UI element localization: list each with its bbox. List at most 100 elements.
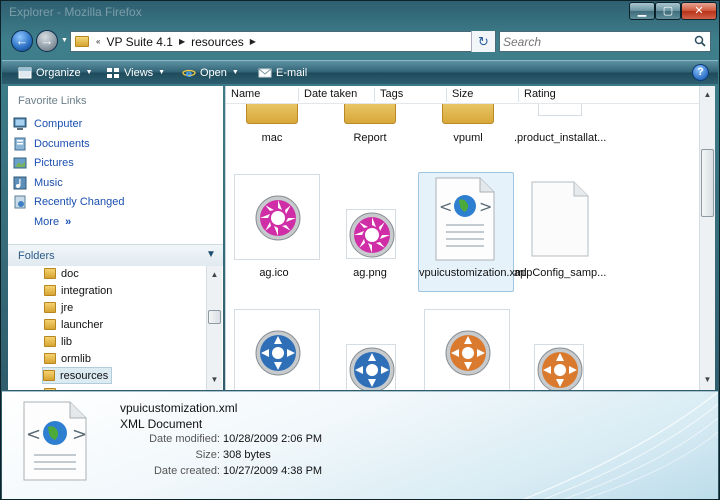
tree-folder-label: lib	[61, 335, 73, 348]
minimize-button[interactable]: ▁	[629, 2, 655, 20]
file-item-label: ag.ico	[259, 267, 289, 279]
help-button[interactable]: ?	[692, 64, 709, 81]
more-label: More	[34, 216, 60, 228]
file-item-vpuicustomization[interactable]: < > vpuicustomization.xml	[418, 172, 527, 294]
email-button[interactable]: E-mail	[258, 65, 307, 81]
svg-text:e: e	[186, 69, 193, 79]
generic-file-icon	[538, 104, 582, 116]
file-item-label: mac	[261, 132, 283, 144]
back-button[interactable]: ←	[11, 30, 33, 52]
chevron-right-icon[interactable]: ▶	[247, 37, 259, 46]
views-button[interactable]: Views ▼	[106, 65, 165, 81]
details-pane: < > vpuicustomization.xml XML Document D…	[2, 391, 718, 499]
chevron-right-icon[interactable]: ▶	[176, 37, 188, 46]
folder-icon	[44, 268, 56, 279]
navigation-pane: Favorite Links Computer Documents Pictur…	[8, 86, 223, 390]
file-item-orange-png[interactable]	[514, 309, 606, 390]
file-item-blue-png[interactable]	[324, 309, 416, 390]
decorative-swoosh	[522, 392, 718, 499]
refresh-button[interactable]: ↻	[471, 31, 495, 52]
svg-text:<: <	[439, 197, 452, 216]
orange-gear-logo-icon	[537, 347, 583, 390]
scroll-down-arrow[interactable]: ▼	[207, 373, 222, 387]
folders-header-bar[interactable]: Folders ▼	[8, 244, 223, 266]
search-input[interactable]	[503, 34, 683, 49]
tree-folder-integration[interactable]: integration	[44, 282, 112, 299]
scroll-down-arrow[interactable]: ▼	[700, 373, 715, 387]
generic-file-icon	[531, 181, 589, 257]
file-item-appconfig-sample[interactable]: appConfig_samp...	[514, 174, 606, 294]
close-button[interactable]: ✕	[681, 2, 717, 20]
tree-folder-jre[interactable]: jre	[44, 299, 73, 316]
chevron-down-icon[interactable]: ▼	[206, 249, 216, 260]
file-item-ag-ico[interactable]: ag.ico	[228, 174, 320, 294]
tree-folder-lib[interactable]: lib	[44, 333, 72, 350]
breadcrumb-vp-suite[interactable]: VP Suite 4.1	[103, 35, 176, 49]
scroll-thumb[interactable]	[701, 149, 714, 217]
file-item-orange-ico[interactable]	[420, 309, 512, 390]
search-box[interactable]	[499, 31, 711, 52]
folder-tree: doc integration jre launcher lib ormlib	[8, 266, 205, 390]
forward-arrow-icon: →	[40, 33, 54, 48]
file-list-scrollbar[interactable]: ▲ ▼	[699, 86, 715, 390]
file-item-vpuml[interactable]: vpuml	[422, 104, 514, 154]
column-rating[interactable]: Rating	[518, 88, 594, 102]
breadcrumb-overflow[interactable]: «	[93, 37, 103, 46]
tree-folder-partial[interactable]	[44, 385, 61, 390]
folder-tree-scrollbar[interactable]: ▲ ▼	[206, 266, 222, 390]
chevron-down-icon: ▼	[158, 69, 166, 76]
folder-icon	[44, 336, 56, 347]
fav-link-label: Documents	[34, 138, 90, 150]
svg-text:>: >	[479, 197, 492, 216]
maximize-button[interactable]: ▢	[655, 2, 681, 20]
column-date-taken[interactable]: Date taken	[298, 88, 374, 102]
envelope-icon	[258, 68, 272, 78]
file-item-product-installation[interactable]: .product_installat...	[514, 104, 606, 154]
tree-folder-ormlib[interactable]: ormlib	[44, 350, 91, 367]
folder-icon	[44, 388, 56, 390]
column-size[interactable]: Size	[446, 88, 518, 102]
back-arrow-icon: ←	[15, 33, 29, 48]
date-created-value: 10/27/2009 4:38 PM	[223, 465, 323, 477]
recent-pages-button[interactable]: ▼	[61, 37, 69, 45]
file-item-report[interactable]: Report	[324, 104, 416, 154]
scroll-thumb[interactable]	[208, 310, 221, 324]
date-modified-label: Date modified:	[149, 433, 220, 445]
size-label: Size:	[195, 449, 220, 461]
ag-logo-icon	[255, 195, 301, 241]
file-item-blue-ico[interactable]	[228, 309, 320, 390]
double-chevron-icon: »	[65, 216, 72, 228]
file-item-mac[interactable]: mac	[226, 104, 318, 154]
tree-folder-launcher[interactable]: launcher	[44, 316, 103, 333]
forward-button[interactable]: →	[36, 30, 58, 52]
fav-link-music[interactable]: Music	[13, 174, 63, 192]
chevron-down-icon: ▼	[85, 69, 93, 76]
fav-link-documents[interactable]: Documents	[13, 135, 90, 153]
file-item-ag-png[interactable]: ag.png	[324, 174, 416, 294]
column-tags[interactable]: Tags	[374, 88, 446, 102]
tree-folder-doc[interactable]: doc	[44, 266, 79, 282]
more-links-button[interactable]: More »	[34, 213, 71, 231]
favorite-links-header: Favorite Links	[18, 95, 87, 107]
documents-icon	[14, 137, 26, 151]
open-button[interactable]: e Open ▼	[182, 65, 239, 81]
scroll-up-arrow[interactable]: ▲	[207, 268, 222, 282]
organize-button[interactable]: Organize ▼	[18, 65, 93, 81]
folder-icon	[44, 285, 56, 296]
scroll-up-arrow[interactable]: ▲	[700, 88, 715, 102]
file-grid: mac Report vpuml .product_installat... a…	[226, 104, 699, 390]
address-bar[interactable]: « VP Suite 4.1 ▶ resources ▶ ▼	[70, 31, 496, 52]
fav-link-pictures[interactable]: Pictures	[13, 154, 74, 172]
date-modified-value[interactable]: 10/28/2009 2:06 PM	[223, 433, 322, 445]
svg-text:<: <	[26, 424, 41, 445]
ag-logo-icon	[349, 212, 395, 258]
column-name[interactable]: Name	[226, 88, 298, 102]
search-icon[interactable]	[694, 35, 706, 47]
details-file-name: vpuicustomization.xml	[120, 401, 238, 415]
music-icon	[13, 176, 27, 190]
breadcrumb-resources[interactable]: resources	[188, 35, 247, 49]
fav-link-computer[interactable]: Computer	[13, 115, 82, 133]
tree-folder-resources[interactable]: resources	[42, 367, 113, 384]
tree-folder-label: jre	[61, 301, 74, 314]
fav-link-recently-changed[interactable]: Recently Changed	[13, 193, 125, 211]
